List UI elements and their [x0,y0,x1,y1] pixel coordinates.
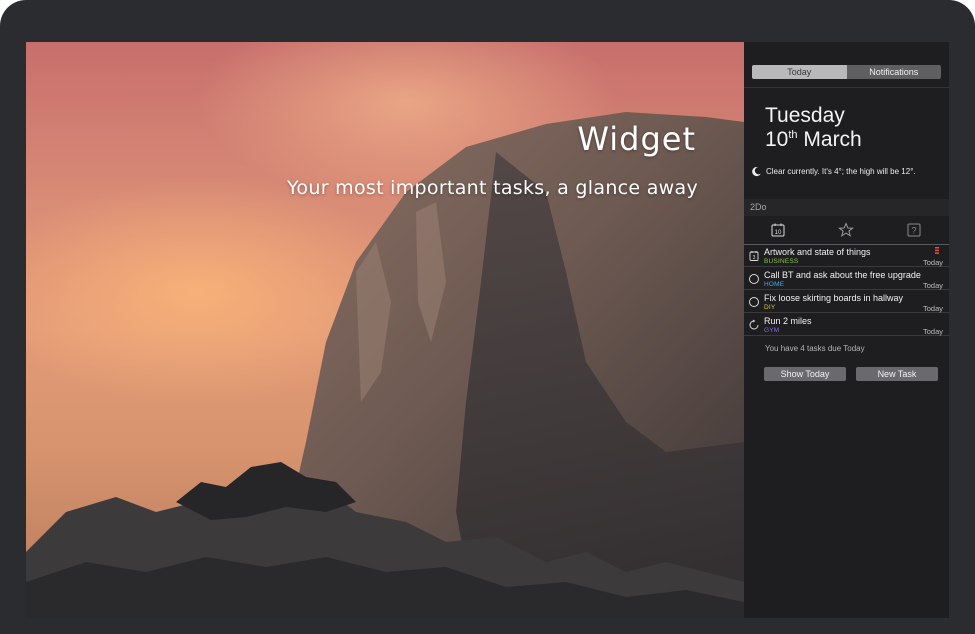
task-title: Call BT and ask about the free upgrade [764,270,921,280]
screen: Widget Your most important tasks, a glan… [26,42,949,618]
date-month: March [803,128,862,151]
hero-title: Widget [577,120,696,158]
task-tag: GYM [764,327,780,334]
date-day-number: 10 [765,128,789,151]
task-row[interactable]: Call BT and ask about the free upgrade H… [744,268,949,290]
tab-today[interactable]: Today [752,65,847,79]
notification-center-panel: Today Notifications Tuesday 10th March C… [744,42,949,618]
task-due-date: Today [922,258,943,267]
weather-summary: Clear currently. It's 4°; the high will … [751,166,916,177]
svg-text:?: ? [911,226,916,236]
date-weekday: Tuesday [765,104,845,127]
show-today-button[interactable]: Show Today [764,367,846,381]
segmented-control: Today Notifications [752,65,941,79]
widget-tabs: 10 ? [744,220,949,242]
circle-checkbox-icon[interactable] [748,296,760,308]
task-tag: DIY [764,304,776,311]
task-row[interactable]: Run 2 miles GYM Today [744,314,949,336]
flag-icon [935,247,939,254]
new-task-button[interactable]: New Task [856,367,938,381]
tasks-summary: You have 4 tasks due Today [765,344,865,353]
task-title: Run 2 miles [764,316,812,326]
date-day-suffix: th [788,129,798,141]
task-due-date: Today [922,281,943,290]
task-tag: HOME [764,281,785,288]
tab-notifications[interactable]: Notifications [846,65,941,79]
calendar-checkbox-icon[interactable]: 3 [748,250,760,262]
task-title: Artwork and state of things [764,247,871,257]
task-due-date: Today [922,304,943,313]
moon-icon [752,166,761,177]
date-line: 10th March [765,128,862,152]
hero-subtitle: Your most important tasks, a glance away [287,177,698,199]
device-bezel: Widget Your most important tasks, a glan… [0,0,975,634]
divider [744,87,949,88]
circle-checkbox-icon[interactable] [748,273,760,285]
task-title: Fix loose skirting boards in hallway [764,293,904,303]
wallpaper: Widget Your most important tasks, a glan… [26,42,744,618]
task-due-date: Today [922,327,943,336]
widget-header: 2Do [744,199,949,216]
svg-text:3: 3 [753,255,756,261]
task-row[interactable]: Fix loose skirting boards in hallway DIY… [744,291,949,313]
task-row[interactable]: 3 Artwork and state of things BUSINESS T… [744,245,949,267]
task-tag: BUSINESS [764,258,799,265]
repeat-checkbox-icon[interactable] [748,319,760,331]
star-icon[interactable] [838,222,854,238]
calendar-day: 10 [775,230,782,236]
calendar-icon[interactable]: 10 [770,222,786,238]
weather-text: Clear currently. It's 4°; the high will … [766,167,916,176]
help-icon[interactable]: ? [906,222,922,238]
